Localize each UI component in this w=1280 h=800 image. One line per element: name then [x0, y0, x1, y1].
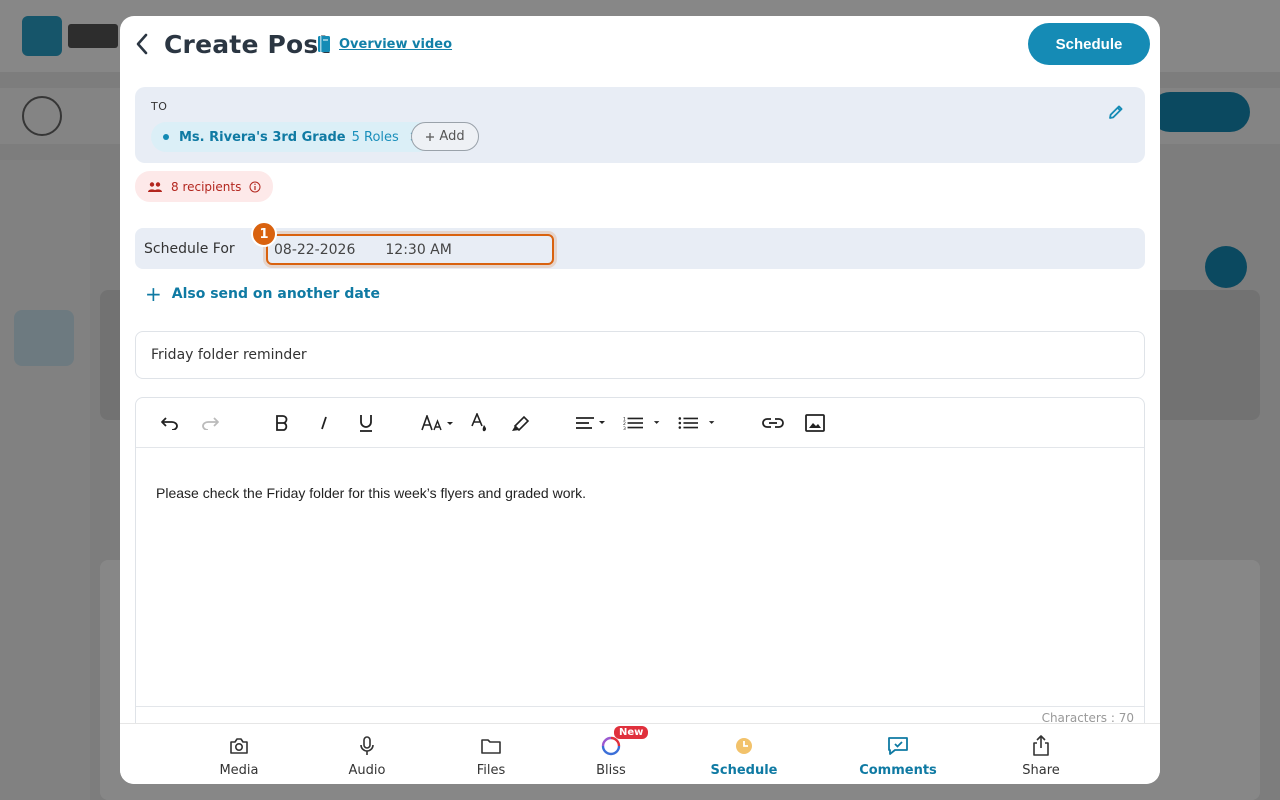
bliss-button[interactable]: Bliss New — [566, 726, 656, 780]
recipients-count-badge[interactable]: 8 recipients — [135, 171, 274, 202]
add-recipient-button[interactable]: Add — [411, 122, 479, 151]
comments-label: Comments — [859, 763, 937, 778]
microphone-icon — [360, 736, 374, 755]
comments-button[interactable]: Comments — [853, 734, 943, 780]
audio-button[interactable]: Audio — [322, 734, 412, 780]
redo-icon — [202, 417, 219, 430]
group-roles: 5 Roles — [351, 129, 399, 145]
italic-icon — [321, 416, 327, 430]
info-icon — [249, 181, 261, 192]
new-badge: New — [614, 726, 649, 739]
create-post-modal: Create Post Overview video Schedule TO M… — [120, 16, 1160, 784]
step-badge: 1 — [251, 221, 277, 247]
underline-icon — [360, 415, 372, 432]
back-button[interactable] — [130, 32, 154, 56]
also-send-button[interactable]: + Also send on another date — [145, 284, 380, 304]
audio-label: Audio — [348, 763, 386, 778]
modal-header: Create Post Overview video Schedule — [120, 16, 1160, 76]
schedule-tab[interactable]: Schedule — [699, 734, 789, 780]
group-name: Ms. Rivera's 3rd Grade — [179, 129, 346, 145]
schedule-datetime-field[interactable]: 08-22-2026 12:30 AM — [266, 234, 554, 265]
image-icon — [805, 414, 825, 432]
editor-content[interactable]: Please check the Friday folder for this … — [156, 485, 586, 501]
recipients-count: 8 recipients — [171, 179, 242, 194]
schedule-label: Schedule For — [144, 241, 235, 257]
files-label: Files — [476, 763, 506, 778]
font-size-button[interactable] — [418, 410, 458, 436]
bulleted-list-icon — [678, 417, 715, 429]
bliss-label: Bliss — [596, 763, 626, 778]
media-label: Media — [219, 763, 259, 778]
editor-toolbar: 123 — [136, 398, 1144, 448]
schedule-row: Schedule For 08-22-2026 12:30 AM — [135, 228, 1145, 269]
redo-button[interactable] — [198, 410, 224, 436]
group-dot — [163, 134, 169, 140]
share-icon — [1033, 735, 1049, 756]
underline-button[interactable] — [353, 410, 379, 436]
book-icon — [318, 36, 330, 52]
schedule-time[interactable]: 12:30 AM — [385, 242, 451, 258]
overview-video-link[interactable]: Overview video — [339, 37, 452, 52]
people-icon — [148, 181, 162, 192]
comments-icon — [888, 737, 908, 755]
share-button[interactable]: Share — [996, 734, 1086, 780]
folder-icon — [481, 739, 501, 754]
subject-input[interactable]: Friday folder reminder — [135, 331, 1145, 379]
link-button[interactable] — [760, 410, 786, 436]
schedule-date[interactable]: 08-22-2026 — [274, 242, 355, 258]
highlight-button[interactable] — [508, 410, 534, 436]
plus-icon — [426, 132, 435, 141]
font-color-button[interactable] — [466, 410, 492, 436]
numbered-list-icon: 123 — [623, 416, 660, 431]
recipients-box: TO Ms. Rivera's 3rd Grade 5 Roles × Add — [135, 87, 1145, 163]
image-button[interactable] — [802, 410, 828, 436]
clock-icon — [736, 738, 752, 754]
page-title: Create Post — [164, 30, 331, 59]
undo-icon — [161, 417, 178, 430]
to-label: TO — [151, 100, 168, 113]
bulleted-list-button[interactable] — [678, 410, 718, 436]
bottom-action-bar: Media Audio Files Bliss New Schedule Com… — [120, 723, 1160, 784]
numbered-list-button[interactable]: 123 — [623, 410, 663, 436]
add-label: Add — [439, 129, 465, 144]
undo-button[interactable] — [156, 410, 182, 436]
share-label: Share — [1022, 763, 1060, 778]
plus-icon: + — [145, 282, 162, 306]
schedule-button[interactable]: Schedule — [1028, 23, 1150, 65]
font-size-icon — [421, 415, 453, 431]
recipient-chip[interactable]: Ms. Rivera's 3rd Grade 5 Roles × — [151, 122, 433, 152]
font-color-icon — [471, 413, 487, 432]
align-button[interactable] — [572, 410, 612, 436]
svg-text:3: 3 — [623, 426, 626, 431]
media-button[interactable]: Media — [194, 734, 284, 780]
align-icon — [576, 417, 605, 429]
schedule-tab-label: Schedule — [710, 763, 778, 778]
bold-button[interactable] — [269, 410, 295, 436]
camera-icon — [230, 738, 248, 754]
italic-button[interactable] — [311, 410, 337, 436]
highlight-icon — [512, 415, 530, 432]
files-button[interactable]: Files — [446, 734, 536, 780]
pencil-icon[interactable] — [1107, 103, 1125, 121]
also-send-label: Also send on another date — [171, 286, 380, 302]
bold-icon — [276, 415, 288, 431]
chevron-left-icon — [136, 33, 148, 55]
link-icon — [762, 418, 784, 428]
